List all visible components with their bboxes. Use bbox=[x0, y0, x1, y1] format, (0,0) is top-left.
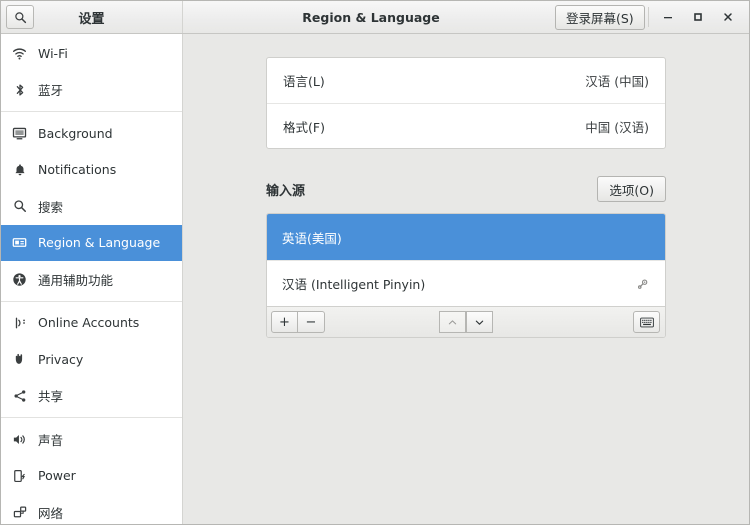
minimize-button[interactable] bbox=[653, 2, 683, 32]
options-button[interactable]: 选项(O) bbox=[597, 176, 666, 202]
search-button[interactable] bbox=[6, 5, 34, 29]
sidebar-item-power[interactable]: Power bbox=[1, 458, 182, 495]
reorder-group bbox=[439, 311, 493, 333]
sidebar: Wi-Fi 蓝牙 Background Notifications 搜索 Reg… bbox=[1, 34, 183, 524]
input-sources-title: 输入源 bbox=[266, 183, 306, 199]
sidebar-item-search[interactable]: 搜索 bbox=[1, 188, 182, 225]
titlebar-content-area: Region & Language 登录屏幕(S) bbox=[183, 1, 749, 33]
accessibility-icon bbox=[11, 271, 28, 288]
wifi-icon bbox=[11, 45, 28, 62]
move-down-button[interactable] bbox=[466, 311, 493, 333]
add-remove-group: + − bbox=[271, 311, 325, 333]
sidebar-item-network[interactable]: 网络 bbox=[1, 494, 182, 524]
sidebar-item-label: Privacy bbox=[38, 351, 84, 367]
close-icon bbox=[724, 13, 732, 21]
sidebar-item-privacy[interactable]: Privacy bbox=[1, 341, 182, 378]
background-icon bbox=[11, 125, 28, 142]
title-bar: 设置 Region & Language 登录屏幕(S) bbox=[1, 1, 749, 34]
sidebar-item-label: 声音 bbox=[38, 432, 64, 448]
sidebar-item-background[interactable]: Background bbox=[1, 115, 182, 152]
preferences-gear-icon[interactable] bbox=[637, 277, 650, 290]
settings-window: 设置 Region & Language 登录屏幕(S) Wi-Fi 蓝牙 Ba… bbox=[0, 0, 750, 525]
sidebar-item-label: 网络 bbox=[38, 505, 64, 521]
keyboard-icon bbox=[639, 317, 654, 327]
region-language-icon bbox=[11, 234, 28, 251]
login-screen-button[interactable]: 登录屏幕(S) bbox=[555, 5, 645, 30]
sidebar-item-label: 搜索 bbox=[38, 199, 64, 215]
move-up-button[interactable] bbox=[439, 311, 466, 333]
chevron-down-icon bbox=[475, 320, 484, 325]
sidebar-item-online-accounts[interactable]: Online Accounts bbox=[1, 305, 182, 342]
input-sources-list: 英语(美国) 汉语 (Intelligent Pinyin) + − bbox=[266, 213, 666, 338]
search-icon bbox=[11, 198, 28, 215]
window-controls-divider bbox=[648, 7, 649, 27]
bell-icon bbox=[11, 161, 28, 178]
input-source-label: 汉语 (Intelligent Pinyin) bbox=[282, 277, 426, 292]
language-label: 语言(L) bbox=[283, 74, 325, 89]
privacy-hand-icon bbox=[11, 351, 28, 368]
sidebar-item-region-language[interactable]: Region & Language bbox=[1, 224, 182, 261]
sidebar-item-sound[interactable]: 声音 bbox=[1, 421, 182, 458]
sidebar-separator bbox=[1, 111, 182, 112]
formats-label: 格式(F) bbox=[283, 119, 325, 135]
close-button[interactable] bbox=[713, 2, 743, 32]
search-icon bbox=[14, 11, 26, 23]
sidebar-item-label: 共享 bbox=[38, 389, 64, 405]
minimize-icon bbox=[664, 17, 672, 19]
add-input-source-button[interactable]: + bbox=[271, 311, 298, 333]
input-sources-header: 输入源 选项(O) bbox=[266, 174, 666, 204]
maximize-button[interactable] bbox=[683, 2, 713, 32]
formats-row[interactable]: 格式(F) 中国 (汉语) bbox=[267, 103, 665, 148]
maximize-icon bbox=[694, 13, 702, 21]
input-source-row[interactable]: 汉语 (Intelligent Pinyin) bbox=[267, 260, 665, 306]
network-icon bbox=[11, 504, 28, 521]
sidebar-item-sharing[interactable]: 共享 bbox=[1, 378, 182, 415]
sidebar-item-bluetooth[interactable]: 蓝牙 bbox=[1, 72, 182, 109]
sidebar-item-notifications[interactable]: Notifications bbox=[1, 152, 182, 189]
language-row[interactable]: 语言(L) 汉语 (中国) bbox=[267, 58, 665, 103]
bluetooth-icon bbox=[11, 81, 28, 98]
content-inner: 语言(L) 汉语 (中国) 格式(F) 中国 (汉语) 输入源 选项(O) 英语… bbox=[266, 57, 666, 338]
remove-input-source-button[interactable]: − bbox=[298, 311, 325, 333]
sidebar-item-label: Online Accounts bbox=[38, 315, 140, 331]
input-sources-toolbar: + − bbox=[267, 306, 665, 337]
window-controls bbox=[648, 1, 743, 33]
language-card: 语言(L) 汉语 (中国) 格式(F) 中国 (汉语) bbox=[266, 57, 666, 149]
input-source-row[interactable]: 英语(美国) bbox=[267, 214, 665, 260]
sidebar-item-wifi[interactable]: Wi-Fi bbox=[1, 35, 182, 72]
sidebar-separator bbox=[1, 417, 182, 418]
chevron-up-icon bbox=[448, 319, 457, 324]
online-accounts-icon bbox=[11, 314, 28, 331]
sidebar-item-label: Region & Language bbox=[38, 235, 161, 251]
sidebar-item-label: Notifications bbox=[38, 162, 117, 178]
content-pane: 语言(L) 汉语 (中国) 格式(F) 中国 (汉语) 输入源 选项(O) 英语… bbox=[183, 34, 749, 524]
formats-value: 中国 (汉语) bbox=[585, 119, 649, 135]
sidebar-item-label: Background bbox=[38, 125, 113, 141]
input-source-label: 英语(美国) bbox=[282, 230, 342, 246]
sidebar-item-label: Wi-Fi bbox=[38, 45, 68, 61]
sound-icon bbox=[11, 431, 28, 448]
titlebar-sidebar-area: 设置 bbox=[1, 1, 183, 33]
sidebar-separator bbox=[1, 300, 182, 302]
sidebar-item-label: Power bbox=[38, 468, 76, 484]
power-icon bbox=[11, 467, 28, 484]
show-keyboard-layout-button[interactable] bbox=[633, 311, 660, 333]
sharing-icon bbox=[11, 387, 28, 404]
sidebar-item-label: 通用辅助功能 bbox=[38, 272, 114, 288]
language-value: 汉语 (中国) bbox=[585, 74, 649, 89]
sidebar-item-label: 蓝牙 bbox=[38, 83, 64, 99]
sidebar-item-accessibility[interactable]: 通用辅助功能 bbox=[1, 261, 182, 298]
window-body: Wi-Fi 蓝牙 Background Notifications 搜索 Reg… bbox=[1, 34, 749, 524]
